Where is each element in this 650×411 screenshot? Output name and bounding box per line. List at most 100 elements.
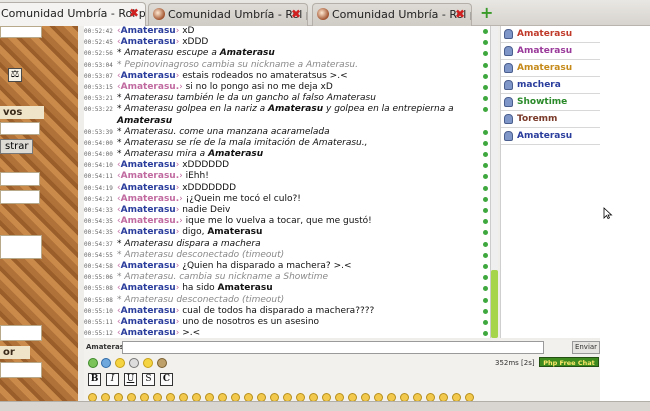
smiley-icon[interactable] — [426, 393, 435, 401]
user-list-item[interactable]: Amaterasu — [501, 60, 600, 77]
close-tab-icon[interactable]: ✖ — [129, 3, 139, 24]
smiley-icon[interactable] — [413, 393, 422, 401]
phpfreechat-badge[interactable]: Php Free Chat — [539, 357, 599, 367]
smiley-icon[interactable] — [270, 393, 279, 401]
chat-nick[interactable]: Amaterasu — [121, 205, 176, 215]
status-icon[interactable] — [88, 358, 98, 368]
user-list-item[interactable]: Toremm — [501, 111, 600, 128]
tab-1[interactable]: Comunidad Umbría - Rol p... ✖ — [0, 2, 146, 26]
strike-button[interactable]: S — [142, 373, 155, 386]
smiley-icon[interactable] — [283, 393, 292, 401]
left-input-bottom[interactable] — [0, 325, 42, 341]
user-name: Amaterasu — [517, 63, 573, 73]
chat-nick[interactable]: Amaterasu — [121, 227, 176, 237]
line-status-icon — [483, 73, 488, 79]
chat-nick[interactable]: Amaterasu — [121, 160, 176, 170]
chat-nick[interactable]: Amaterasu — [121, 261, 176, 271]
avatar-icon[interactable] — [157, 358, 167, 368]
close-tab-icon[interactable]: ✖ — [455, 4, 465, 25]
action-target: Amaterasu — [208, 149, 264, 160]
users-icon[interactable] — [101, 358, 111, 368]
chat-nick[interactable]: Amaterasu — [121, 283, 176, 293]
italic-button[interactable]: I — [106, 373, 119, 386]
close-tab-icon[interactable]: ✖ — [291, 4, 301, 25]
chat-nick[interactable]: Amaterasu — [121, 26, 176, 36]
chat-scrollbar-thumb[interactable] — [491, 270, 498, 338]
left-input-footer[interactable] — [0, 362, 42, 378]
left-input-lower-2[interactable] — [0, 190, 40, 204]
smiley-icon[interactable] — [88, 393, 97, 401]
smiley-icon[interactable] — [452, 393, 461, 401]
left-input-lower[interactable] — [0, 172, 40, 186]
smiley-icon[interactable] — [192, 393, 201, 401]
line-status-icon — [483, 152, 488, 158]
chat-nick[interactable]: Amaterasu — [121, 317, 176, 327]
chat-nick[interactable]: Amaterasu — [121, 306, 176, 316]
timestamp: 00:55:10 — [84, 307, 113, 315]
smiley-icon[interactable] — [166, 393, 175, 401]
smiley-icon[interactable] — [309, 393, 318, 401]
chat-nick[interactable]: Amaterasu. — [121, 82, 180, 92]
smiley-icon[interactable] — [439, 393, 448, 401]
sound-icon[interactable] — [129, 358, 139, 368]
bold-button[interactable]: B — [88, 373, 101, 386]
chat-line: 00:55:06 * Amaterasu. cambia su nickname … — [84, 272, 490, 283]
smiley-icon[interactable] — [322, 393, 331, 401]
chat-nick[interactable]: Amaterasu — [121, 37, 176, 47]
chat-nick[interactable]: Amaterasu — [121, 328, 176, 338]
smiley-icon[interactable] — [153, 393, 162, 401]
smiley-icon[interactable] — [127, 393, 136, 401]
smiley-icon[interactable] — [374, 393, 383, 401]
scale-icon[interactable]: ⚖ — [8, 68, 22, 82]
user-icon — [504, 80, 513, 90]
tab-3[interactable]: Comunidad Umbría - Rol p... ✖ — [312, 3, 472, 26]
smiley-icon[interactable] — [218, 393, 227, 401]
user-list-item[interactable]: Amaterasu — [501, 26, 600, 43]
timestamp: 00:54:33 — [84, 207, 113, 214]
color-button[interactable]: C — [160, 373, 173, 386]
smiley-icon[interactable] — [296, 393, 305, 401]
chat-nick[interactable]: Amaterasu — [121, 183, 176, 193]
chat-nick[interactable]: Amaterasu. — [121, 194, 180, 204]
chat-line: 00:54:21 ‹Amaterasu.› ¡¿Quein me tocó el … — [84, 194, 490, 205]
smiley-icon[interactable] — [114, 393, 123, 401]
timestamp: 00:54:35 — [84, 229, 113, 237]
smiley-icon[interactable] — [205, 393, 214, 401]
smiley-bar — [84, 392, 600, 401]
new-tab-icon[interactable]: + — [480, 3, 493, 22]
user-list-item[interactable]: Amaterasu — [501, 43, 600, 60]
smiley-icon[interactable] — [387, 393, 396, 401]
send-button[interactable]: Enviar — [572, 341, 600, 354]
smiley-icon[interactable] — [140, 393, 149, 401]
line-status-icon — [483, 40, 488, 46]
user-list-item[interactable]: machera — [501, 77, 600, 94]
smiley-icon[interactable] — [400, 393, 409, 401]
left-input-middle[interactable] — [0, 122, 40, 135]
chat-nick[interactable]: Amaterasu. — [121, 171, 180, 181]
chat-message: cual de todos ha disparado a machera???? — [179, 305, 375, 316]
timestamp: 00:54:11 — [84, 173, 113, 181]
smiley-icon[interactable] — [179, 393, 188, 401]
user-list-item[interactable]: Amaterasu — [501, 128, 600, 145]
chat-nick[interactable]: Amaterasu. — [121, 216, 180, 226]
smiley-icon[interactable] — [361, 393, 370, 401]
smiley-icon[interactable] — [335, 393, 344, 401]
smiley-icon[interactable] — [101, 393, 110, 401]
smiley-icon[interactable] — [231, 393, 240, 401]
underline-button[interactable]: U — [124, 373, 137, 386]
smiley-icon[interactable] — [244, 393, 253, 401]
smiley-icon[interactable] — [348, 393, 357, 401]
help-icon[interactable] — [143, 358, 153, 368]
tab-2[interactable]: Comunidad Umbría - Rol p... ✖ — [148, 3, 308, 26]
left-show-button[interactable]: strar — [0, 139, 34, 154]
smiley-icon[interactable] — [465, 393, 474, 401]
timestamp: 00:53:04 — [84, 61, 113, 69]
smiley-icon[interactable] — [115, 358, 125, 368]
line-status-icon — [483, 96, 488, 102]
chat-nick[interactable]: Amaterasu — [121, 71, 176, 81]
left-input-top[interactable] — [0, 26, 42, 38]
left-textarea[interactable] — [0, 235, 42, 259]
user-list-item[interactable]: Showtime — [501, 94, 600, 111]
message-input[interactable] — [122, 341, 544, 354]
smiley-icon[interactable] — [257, 393, 266, 401]
